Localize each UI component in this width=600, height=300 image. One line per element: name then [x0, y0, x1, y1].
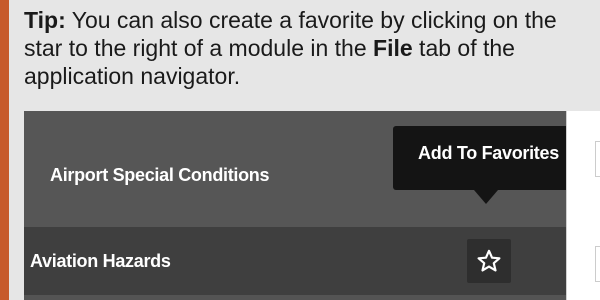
tooltip-arrow	[474, 190, 498, 204]
tip-callout: Tip: You can also create a favorite by c…	[0, 0, 600, 300]
field-edge	[595, 141, 600, 177]
add-to-favorites-button[interactable]	[467, 239, 511, 283]
tip-label: Tip:	[24, 7, 66, 33]
add-to-favorites-tooltip: Add To Favorites	[393, 126, 584, 190]
star-outline-icon	[477, 249, 501, 272]
field-edge	[595, 246, 600, 282]
tip-bold-word: File	[373, 35, 413, 61]
right-content-edge	[566, 111, 600, 300]
nav-item-aviation-hazards[interactable]: Aviation Hazards	[24, 227, 566, 295]
tip-accent-bar	[0, 0, 9, 300]
nav-item-partial	[24, 295, 566, 300]
tip-text: Tip: You can also create a favorite by c…	[24, 6, 584, 90]
nav-item-label: Airport Special Conditions	[50, 165, 270, 185]
nav-item-label: Aviation Hazards	[30, 251, 171, 271]
navigator-screenshot: Airport Special Conditions Aviation Haza…	[24, 111, 600, 300]
